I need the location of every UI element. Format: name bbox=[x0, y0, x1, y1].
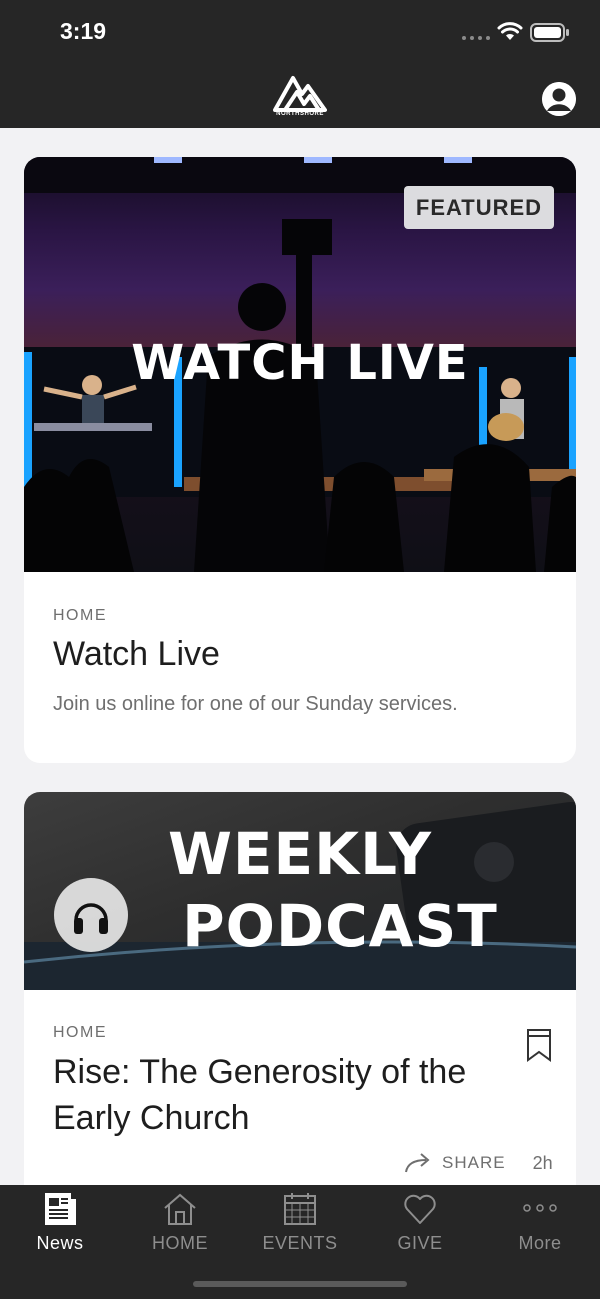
home-indicator[interactable] bbox=[193, 1281, 407, 1287]
newspaper-icon bbox=[45, 1193, 76, 1225]
podcast-image: WEEKLY PODCAST bbox=[24, 792, 576, 990]
app-header: 3:19 NORTHSHORE bbox=[0, 0, 600, 128]
battery-icon bbox=[530, 23, 569, 42]
profile-button[interactable] bbox=[542, 82, 576, 116]
logo-wordmark: NORTHSHORE bbox=[276, 111, 324, 117]
watch-live-image: WATCH LIVE FEATURED bbox=[24, 157, 576, 572]
tab-home-label: HOME bbox=[152, 1233, 208, 1253]
watch-live-image-title: WATCH LIVE bbox=[131, 335, 469, 391]
status-time: 3:19 bbox=[60, 18, 107, 44]
tab-give[interactable]: GIVE bbox=[360, 1185, 480, 1265]
card-title-line2: Early Church bbox=[53, 1099, 250, 1137]
wifi-icon bbox=[497, 22, 523, 40]
share-label: SHARE bbox=[442, 1153, 506, 1172]
tab-home[interactable]: HOME bbox=[120, 1185, 240, 1265]
card-title: Watch Live bbox=[53, 635, 220, 673]
card-title-line1: Rise: The Generosity of the bbox=[53, 1053, 467, 1091]
house-icon bbox=[164, 1193, 196, 1225]
cellular-signal-icon bbox=[462, 36, 490, 40]
tab-give-label: GIVE bbox=[397, 1233, 443, 1253]
headphones-icon bbox=[74, 903, 108, 934]
podcast-card[interactable]: WEEKLY PODCAST HOME Rise: The Generosity… bbox=[24, 792, 576, 1192]
heart-icon bbox=[404, 1194, 436, 1224]
tab-more[interactable]: More bbox=[480, 1185, 600, 1265]
more-dots-icon bbox=[523, 1204, 557, 1212]
tab-news[interactable]: News bbox=[0, 1185, 120, 1265]
play-podcast-button[interactable] bbox=[54, 878, 128, 952]
tab-events-label: EVENTS bbox=[262, 1233, 338, 1253]
card-category: HOME bbox=[53, 1024, 107, 1041]
watch-live-card[interactable]: WATCH LIVE FEATURED HOME Watch Live Join… bbox=[24, 157, 576, 763]
tab-events[interactable]: EVENTS bbox=[240, 1185, 360, 1265]
share-button[interactable]: SHARE 2h bbox=[404, 1152, 553, 1174]
share-arrow-icon bbox=[405, 1153, 430, 1173]
featured-badge: FEATURED bbox=[404, 186, 554, 229]
bookmark-icon[interactable] bbox=[526, 1028, 552, 1062]
tab-news-label: News bbox=[36, 1233, 84, 1253]
tab-more-label: More bbox=[518, 1233, 562, 1253]
post-age: 2h bbox=[532, 1152, 553, 1173]
calendar-icon bbox=[284, 1193, 316, 1225]
podcast-image-title-line2: PODCAST bbox=[182, 892, 498, 960]
card-description: Join us online for one of our Sunday ser… bbox=[53, 693, 458, 715]
card-category: HOME bbox=[53, 607, 107, 624]
user-icon bbox=[542, 82, 576, 116]
